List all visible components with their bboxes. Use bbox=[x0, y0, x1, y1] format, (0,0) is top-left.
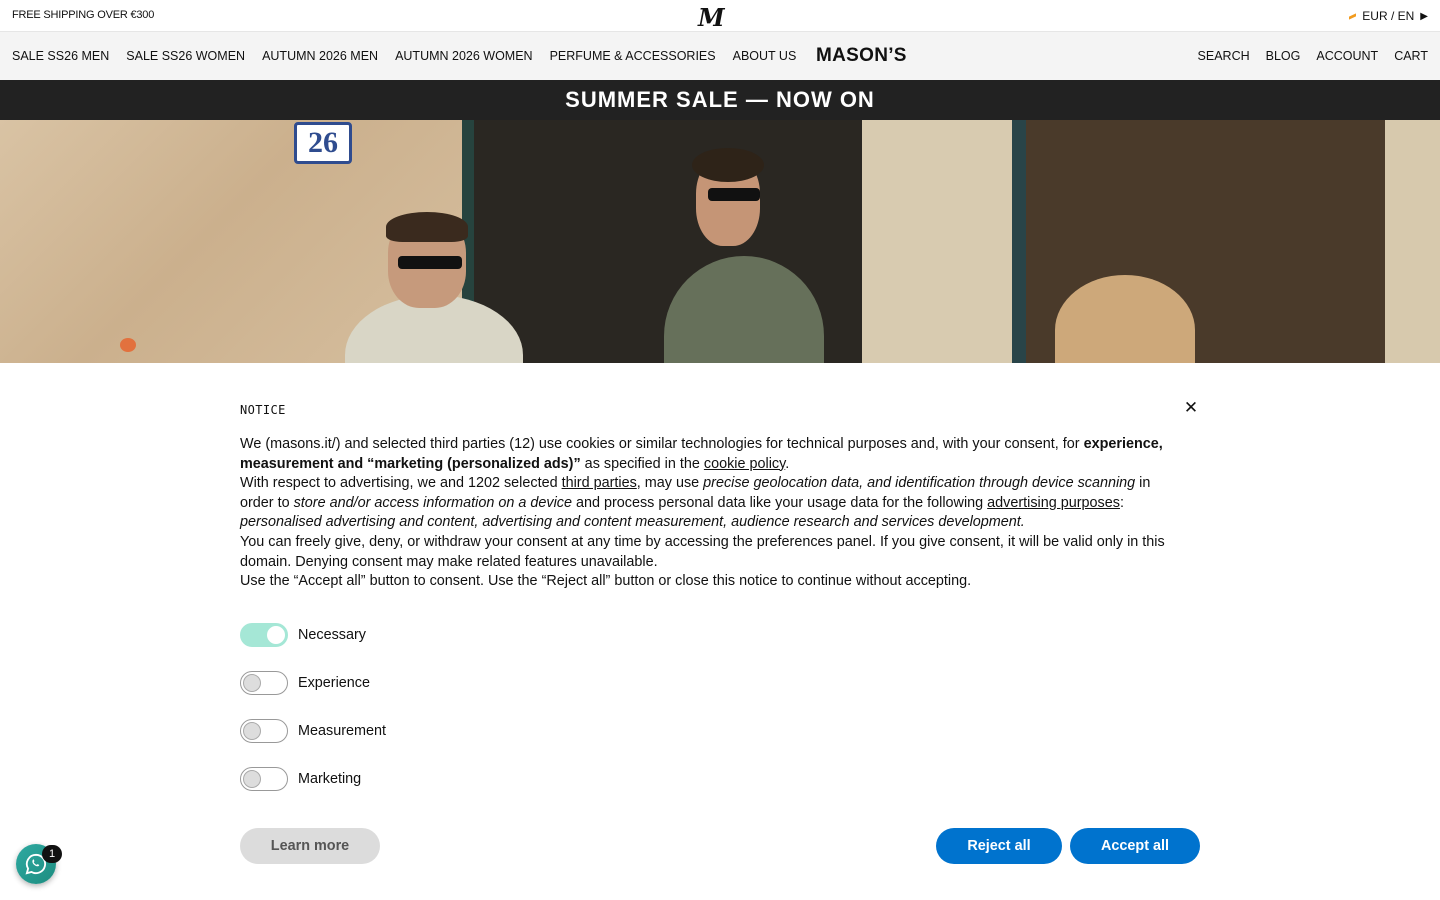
cookie-notice: NOTICE ✕ We (masons.it/) and selected th… bbox=[0, 363, 1440, 900]
notice-paragraph-3: You can freely give, deny, or withdraw y… bbox=[240, 533, 1165, 570]
notice-text: With respect to advertising, we and 1202… bbox=[240, 475, 562, 492]
toggle-row-necessary: Necessary bbox=[240, 623, 386, 647]
free-shipping-text: FREE SHIPPING OVER €300 bbox=[12, 9, 155, 21]
measurement-toggle[interactable] bbox=[240, 719, 288, 743]
notice-paragraph-2: With respect to advertising, we and 1202… bbox=[240, 474, 1170, 533]
hero-pillar bbox=[862, 120, 1012, 363]
close-icon[interactable]: ✕ bbox=[1182, 399, 1200, 417]
sale-announcement-banner[interactable]: SUMMER SALE — NOW ON bbox=[0, 80, 1440, 120]
top-utility-bar: FREE SHIPPING OVER €300 M EUR / EN ▶ bbox=[0, 0, 1440, 32]
nav-right-group: SEARCH BLOG ACCOUNT CART bbox=[1198, 32, 1428, 80]
cart-link[interactable]: CART bbox=[1394, 49, 1428, 63]
cookie-policy-link[interactable]: cookie policy bbox=[704, 456, 785, 472]
model-center-hair bbox=[692, 148, 764, 182]
locale-label: EUR / EN bbox=[1362, 9, 1415, 23]
main-navigation: SALE SS26 MEN SALE SS26 WOMEN AUTUMN 202… bbox=[0, 32, 1440, 80]
notice-title: NOTICE bbox=[240, 403, 286, 417]
advertising-purposes-link[interactable]: advertising purposes bbox=[987, 495, 1120, 511]
sunglasses-center bbox=[708, 188, 760, 201]
experience-label: Experience bbox=[298, 675, 370, 691]
account-link[interactable]: ACCOUNT bbox=[1316, 49, 1378, 63]
blog-link[interactable]: BLOG bbox=[1266, 49, 1301, 63]
notice-paragraph-4: Use the “Accept all” button to consent. … bbox=[240, 573, 972, 590]
toggle-knob bbox=[267, 626, 285, 644]
currency-language-selector[interactable]: EUR / EN ▶ bbox=[1349, 9, 1428, 23]
marketing-label: Marketing bbox=[298, 771, 362, 787]
sunglasses-left bbox=[398, 256, 462, 269]
toggle-row-experience: Experience bbox=[240, 671, 386, 695]
reject-all-button[interactable]: Reject all bbox=[936, 828, 1062, 864]
flower-decoration bbox=[120, 338, 136, 352]
monogram-logo[interactable]: M bbox=[698, 3, 725, 32]
accept-all-button[interactable]: Accept all bbox=[1070, 828, 1200, 864]
toggle-knob bbox=[243, 770, 261, 788]
necessary-label: Necessary bbox=[298, 627, 366, 643]
nav-item-sale-ss26-men[interactable]: SALE SS26 MEN bbox=[12, 49, 109, 63]
notice-body: We (masons.it/) and selected third parti… bbox=[240, 435, 1170, 592]
nav-item-about-us[interactable]: ABOUT US bbox=[733, 49, 797, 63]
brand-logo[interactable]: MASON’S bbox=[816, 45, 907, 67]
hero-frame bbox=[1385, 120, 1440, 363]
search-link[interactable]: SEARCH bbox=[1198, 49, 1250, 63]
measurement-label: Measurement bbox=[298, 723, 386, 739]
house-number-plate: 26 bbox=[294, 122, 352, 164]
toggle-knob bbox=[243, 722, 261, 740]
notice-text: as specified in the bbox=[580, 455, 704, 472]
chevron-right-icon: ▶ bbox=[1420, 10, 1428, 22]
marketing-toggle[interactable] bbox=[240, 767, 288, 791]
nav-left-group: SALE SS26 MEN SALE SS26 WOMEN AUTUMN 202… bbox=[12, 32, 796, 80]
nav-item-perfume-accessories[interactable]: PERFUME & ACCESSORIES bbox=[550, 49, 716, 63]
toggle-knob bbox=[243, 674, 261, 692]
nav-item-autumn-2026-men[interactable]: AUTUMN 2026 MEN bbox=[262, 49, 378, 63]
notice-text: : bbox=[1119, 494, 1124, 511]
third-parties-link[interactable]: third parties bbox=[562, 475, 637, 491]
notice-text: , may use bbox=[636, 475, 704, 492]
notice-italic: store and/or access information on a dev… bbox=[293, 494, 572, 511]
learn-more-button[interactable]: Learn more bbox=[240, 828, 380, 864]
nav-item-sale-ss26-women[interactable]: SALE SS26 WOMEN bbox=[126, 49, 245, 63]
nav-item-autumn-2026-women[interactable]: AUTUMN 2026 WOMEN bbox=[395, 49, 533, 63]
chat-notification-badge: 1 bbox=[42, 845, 62, 863]
notice-italic: precise geolocation data, and identifica… bbox=[703, 475, 1136, 492]
toggle-row-marketing: Marketing bbox=[240, 767, 386, 791]
consent-toggles: Necessary Experience Measurement Marketi… bbox=[240, 623, 386, 815]
notice-text: . bbox=[785, 455, 790, 472]
toggle-row-measurement: Measurement bbox=[240, 719, 386, 743]
model-left-hair bbox=[386, 212, 468, 242]
italy-flag-icon bbox=[1349, 12, 1357, 20]
necessary-toggle[interactable] bbox=[240, 623, 288, 647]
notice-paragraph-1: We (masons.it/) and selected third parti… bbox=[240, 435, 1170, 474]
notice-italic: personalised advertising and content, ad… bbox=[240, 514, 1025, 531]
notice-text: We (masons.it/) and selected third parti… bbox=[240, 436, 1084, 452]
hero-image[interactable]: 26 bbox=[0, 120, 1440, 363]
experience-toggle[interactable] bbox=[240, 671, 288, 695]
notice-text: and process personal data like your usag… bbox=[571, 494, 988, 511]
